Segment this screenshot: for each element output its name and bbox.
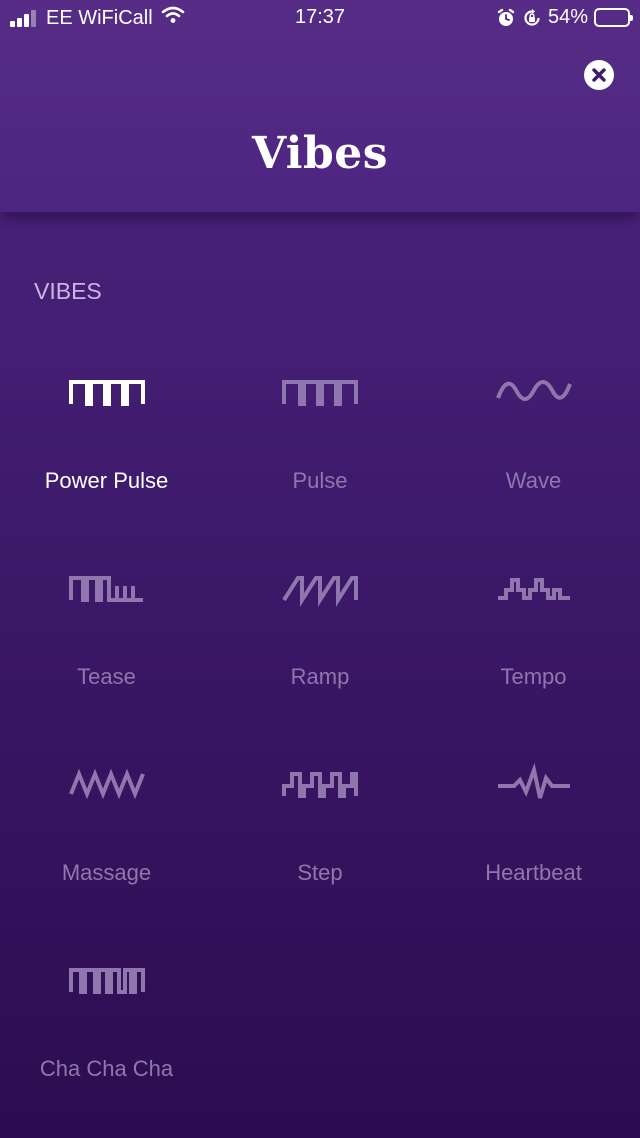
vibe-option-tempo[interactable]: Tempo — [427, 536, 640, 732]
close-button[interactable] — [584, 60, 614, 90]
vibe-label: Tease — [77, 664, 136, 689]
vibe-label: Massage — [61, 860, 152, 885]
vibe-label: Pulse — [292, 468, 348, 493]
vibe-option-power-pulse[interactable]: Power Pulse — [0, 340, 213, 536]
section-title: VIBES — [34, 278, 102, 304]
vibe-option-massage[interactable]: Massage — [0, 732, 213, 928]
heartbeat-icon — [494, 760, 574, 806]
vibe-option-ramp[interactable]: Ramp — [213, 536, 427, 732]
header: EE WiFiCall 17:37 54% Vibes — [0, 0, 640, 212]
vibe-option-pulse[interactable]: Pulse — [213, 340, 427, 536]
vibe-label: Heartbeat — [485, 860, 582, 885]
ramp-icon — [280, 564, 360, 610]
power-pulse-icon — [67, 368, 147, 414]
cha-cha-cha-icon — [67, 956, 147, 1002]
step-icon — [280, 760, 360, 806]
tempo-icon — [494, 564, 574, 610]
alarm-icon — [497, 8, 515, 26]
battery-icon — [594, 8, 633, 27]
vibe-option-wave[interactable]: Wave — [427, 340, 640, 536]
pulse-icon — [280, 368, 360, 414]
vibe-option-cha-cha-cha[interactable]: Cha Cha Cha — [0, 928, 213, 1124]
wave-icon — [494, 368, 574, 414]
page-title: Vibes — [251, 128, 389, 179]
close-icon — [592, 68, 606, 82]
vibe-option-heartbeat[interactable]: Heartbeat — [427, 732, 640, 928]
rotation-lock-icon — [524, 8, 540, 26]
massage-icon — [67, 760, 147, 806]
vibe-label: Step — [297, 860, 343, 885]
vibe-label: Tempo — [500, 664, 567, 689]
status-right: 54% — [496, 6, 633, 29]
tease-icon — [67, 564, 147, 610]
vibe-option-tease[interactable]: Tease — [0, 536, 213, 732]
vibes-grid: Power Pulse Pulse Wave Tease Ramp Tempo — [0, 340, 640, 1124]
vibe-label: Cha Cha Cha — [39, 1056, 174, 1081]
vibe-label: Power Pulse — [44, 468, 169, 493]
vibe-label: Wave — [505, 468, 562, 493]
vibe-option-step[interactable]: Step — [213, 732, 427, 928]
battery-percent: 54% — [547, 6, 588, 28]
status-bar: EE WiFiCall 17:37 54% — [0, 0, 640, 36]
vibe-label: Ramp — [290, 664, 350, 689]
